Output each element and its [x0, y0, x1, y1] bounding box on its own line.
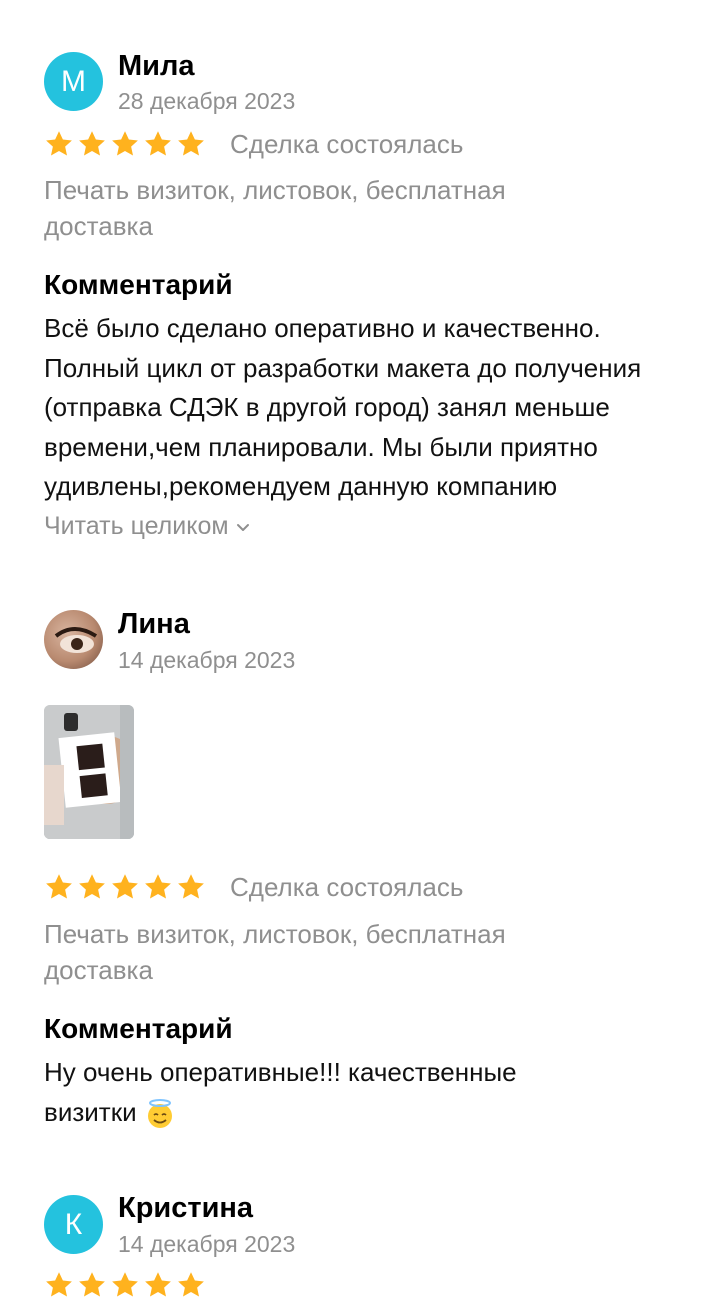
- read-more-label: Читать целиком: [44, 512, 229, 540]
- review-photo-thumbnail[interactable]: [44, 705, 134, 839]
- star-icon: [79, 1272, 105, 1297]
- star-icon: [178, 131, 204, 156]
- review-date: 14 декабря 2023: [118, 647, 296, 673]
- comment-heading: Комментарий: [44, 1013, 233, 1044]
- comment-text-block: Ну очень оперативные!!! качественные виз…: [44, 1053, 604, 1132]
- star-icon: [46, 874, 72, 899]
- star-icon: [46, 131, 72, 156]
- star-icon: [112, 874, 138, 899]
- comment-text: Ну очень оперативные!!! качественные виз…: [44, 1057, 517, 1127]
- deal-status: Сделка состоялась: [230, 129, 464, 159]
- comment-heading: Комментарий: [44, 269, 233, 300]
- service-description: Печать визиток, листовок, бесплатная дос…: [44, 175, 506, 241]
- rating-stars: [44, 129, 206, 159]
- review-date: 28 декабря 2023: [118, 88, 296, 114]
- photo-image: [44, 705, 134, 839]
- star-icon: [145, 874, 171, 899]
- star-icon: [178, 1272, 204, 1297]
- service-description: Печать визиток, листовок, бесплатная дос…: [44, 919, 506, 985]
- avatar[interactable]: М: [44, 52, 103, 111]
- smiling-face-with-halo-icon: [147, 1098, 172, 1128]
- star-icon: [178, 874, 204, 899]
- star-icon: [145, 1272, 171, 1297]
- avatar[interactable]: К: [44, 1195, 103, 1254]
- reviewer-name[interactable]: Кристина: [118, 1192, 253, 1225]
- star-icon: [145, 131, 171, 156]
- avatar-photo-image: [54, 627, 98, 653]
- rating-stars: [44, 872, 206, 902]
- star-icon: [46, 1272, 72, 1297]
- review-date: 14 декабря 2023: [118, 1231, 296, 1257]
- star-icon: [112, 131, 138, 156]
- reviewer-name[interactable]: Лина: [118, 608, 190, 641]
- rating-stars: [44, 1270, 206, 1300]
- deal-status: Сделка состоялась: [230, 872, 464, 902]
- avatar[interactable]: [44, 610, 103, 669]
- read-more-link[interactable]: Читать целиком: [44, 512, 251, 541]
- star-icon: [79, 874, 105, 899]
- star-icon: [79, 131, 105, 156]
- star-icon: [112, 1272, 138, 1297]
- comment-text: Всё было сделано оперативно и качественн…: [44, 313, 642, 501]
- chevron-down-icon: [236, 523, 249, 531]
- reviewer-name[interactable]: Мила: [118, 50, 195, 83]
